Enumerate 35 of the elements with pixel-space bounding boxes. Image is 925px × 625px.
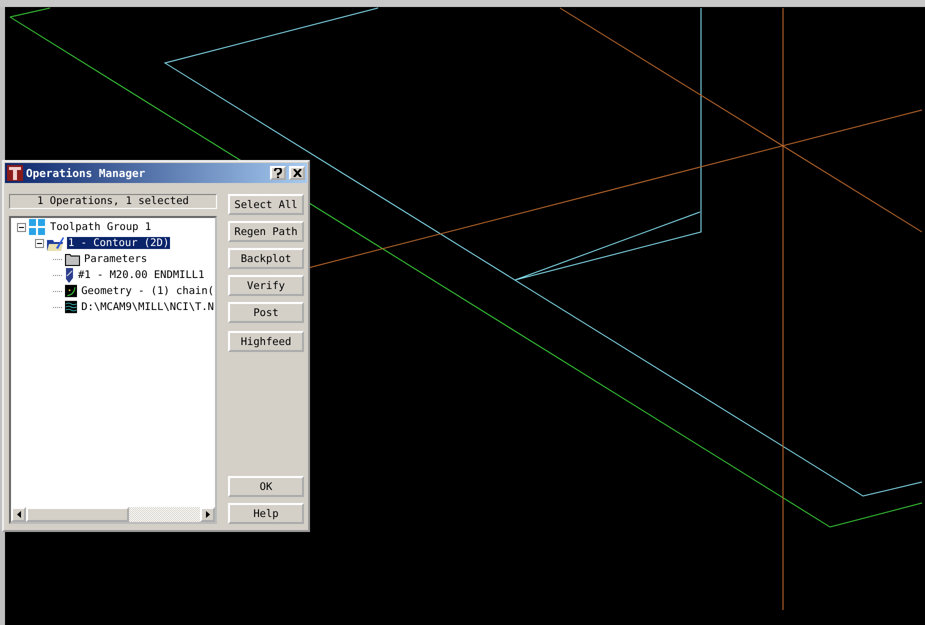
tree-item[interactable]: #1 - M20.00 ENDMILL1 — [77, 269, 206, 281]
close-button[interactable] — [289, 166, 305, 180]
right-arrow-icon — [206, 511, 210, 518]
folder-pencil-icon — [47, 236, 64, 250]
chain-icon — [65, 283, 78, 299]
action-button[interactable]: Highfeed — [228, 331, 304, 352]
action-button[interactable]: Verify — [228, 275, 304, 296]
tree-item[interactable]: Toolpath Group 1 — [49, 221, 152, 233]
dialog-button[interactable]: OK — [228, 476, 304, 497]
grid-icon — [29, 219, 46, 235]
tree-item[interactable]: 1 - Contour (2D) — [67, 237, 170, 249]
expander-icon[interactable] — [17, 222, 26, 232]
operations-count: 1 Operations, 1 selected — [9, 194, 217, 209]
action-button[interactable]: Post — [228, 302, 304, 323]
action-button[interactable]: Regen Path — [228, 221, 304, 242]
help-button[interactable] — [270, 166, 286, 180]
question-icon — [274, 168, 282, 178]
tree-item[interactable]: Parameters — [83, 253, 148, 265]
expander-icon[interactable] — [35, 238, 44, 248]
horizontal-scrollbar[interactable] — [11, 507, 215, 522]
scroll-thumb[interactable] — [26, 507, 129, 522]
tree-item[interactable]: D:\MCAM9\MILL\NCI\T.N — [80, 301, 215, 313]
close-icon — [292, 169, 302, 177]
action-button[interactable]: Select All — [228, 194, 304, 215]
end-mill-icon — [65, 268, 74, 282]
tree-item[interactable]: Geometry - (1) chain( — [80, 285, 215, 297]
scroll-left-button[interactable] — [11, 507, 26, 522]
folder-icon — [65, 252, 80, 266]
dialog-button[interactable]: Help — [228, 503, 304, 524]
action-button[interactable]: Backplot — [228, 248, 304, 269]
left-arrow-icon — [16, 511, 20, 518]
toolpath-file-icon — [65, 299, 78, 315]
scroll-right-button[interactable] — [200, 507, 215, 522]
app-icon — [7, 165, 23, 181]
window-title: Operations Manager — [26, 166, 146, 180]
